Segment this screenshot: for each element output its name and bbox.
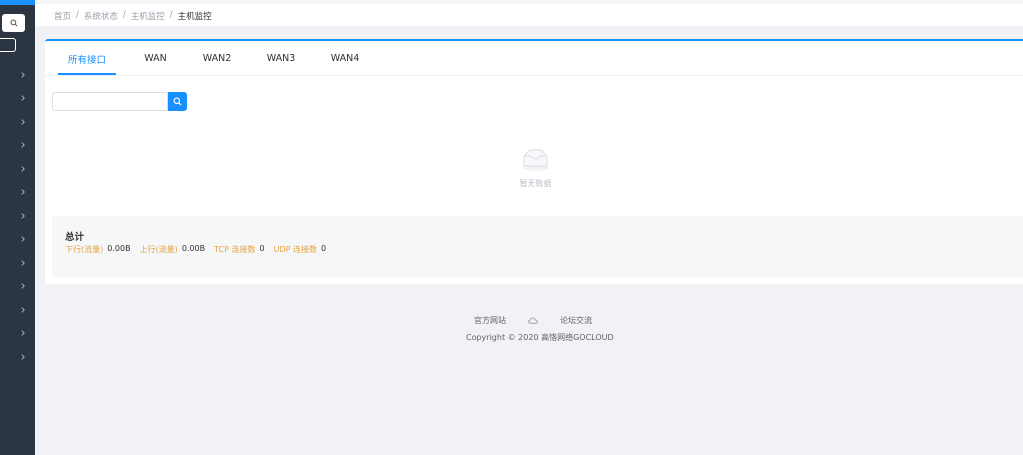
chevron-right-icon	[21, 354, 25, 360]
sidebar-menu-item[interactable]	[19, 69, 27, 81]
empty-state-text: 暂无数据	[519, 179, 552, 188]
sidebar-menu-item[interactable]	[19, 210, 27, 222]
sidebar-menu-item[interactable]	[19, 186, 27, 198]
summary-title: 总计	[65, 232, 85, 243]
sidebar-menu-item[interactable]	[19, 116, 27, 128]
chevron-right-icon	[21, 119, 25, 125]
active-tab-indicator	[58, 73, 116, 75]
tab-wan2[interactable]: WAN2	[193, 41, 241, 76]
chevron-right-icon	[21, 283, 25, 289]
upload-traffic-value: 0.00B	[181, 244, 206, 253]
summary-stats: 下行(流量) 0.00B 上行(流量) 0.00B TCP 连接数 0 UDP …	[65, 244, 335, 255]
sidebar	[0, 0, 35, 455]
footer-copyright: Copyright © 2020 高恪网络GOCLOUD	[466, 333, 614, 342]
header-bar: 首页 / 系统状态 / 主机监控 / 主机监控	[35, 0, 1023, 26]
chevron-right-icon	[21, 95, 25, 101]
chevron-right-icon	[21, 189, 25, 195]
breadcrumb: 首页 / 系统状态 / 主机监控 / 主机监控	[54, 10, 212, 22]
chevron-right-icon	[21, 72, 25, 78]
breadcrumb-separator: /	[76, 10, 79, 20]
chevron-right-icon	[21, 236, 25, 242]
sidebar-menu-item[interactable]	[19, 327, 27, 339]
chevron-right-icon	[21, 260, 25, 266]
tab-wan[interactable]: WAN	[133, 41, 178, 76]
sidebar-menu-item[interactable]	[19, 351, 27, 363]
tab-wan3[interactable]: WAN3	[257, 41, 305, 76]
footer-link-forum[interactable]: 论坛交流	[560, 315, 592, 326]
cloud-icon	[528, 317, 538, 324]
sidebar-menu-item[interactable]	[19, 304, 27, 316]
tcp-connections-label: TCP 连接数	[214, 245, 256, 254]
tab-all-interfaces[interactable]: 所有接口	[58, 41, 116, 76]
sidebar-menu-item[interactable]	[19, 233, 27, 245]
download-traffic-value: 0.00B	[107, 244, 131, 253]
tab-wan4[interactable]: WAN4	[321, 41, 369, 76]
main-card: 所有接口 WAN WAN2 WAN3 WAN4 暂无数据 总计 下行(流量) 0…	[45, 39, 1023, 284]
search-icon	[9, 19, 18, 27]
empty-box-icon	[521, 149, 550, 171]
chevron-right-icon	[21, 213, 25, 219]
sidebar-accent-bar	[0, 0, 35, 5]
breadcrumb-separator: /	[169, 10, 173, 20]
search-icon	[173, 97, 182, 106]
sidebar-active-marker	[0, 38, 16, 52]
sidebar-menu-item[interactable]	[19, 280, 27, 292]
search-button[interactable]	[168, 92, 187, 111]
footer-link-official-site[interactable]: 官方网站	[474, 315, 506, 326]
sidebar-menu-item[interactable]	[19, 92, 27, 104]
upload-traffic-label: 上行(流量)	[139, 245, 178, 254]
sidebar-menu-item[interactable]	[19, 139, 27, 151]
udp-connections-label: UDP 连接数	[273, 245, 317, 254]
breadcrumb-system-status[interactable]: 系统状态	[84, 10, 118, 22]
download-traffic-label: 下行(流量)	[65, 245, 104, 254]
breadcrumb-host-monitor[interactable]: 主机监控	[131, 10, 165, 22]
chevron-right-icon	[21, 142, 25, 148]
search-input[interactable]	[52, 92, 168, 111]
chevron-right-icon	[21, 330, 25, 336]
tcp-connections-value: 0	[259, 244, 265, 253]
summary-panel: 总计 下行(流量) 0.00B 上行(流量) 0.00B TCP 连接数 0 U…	[52, 216, 1023, 277]
breadcrumb-current: 主机监控	[177, 12, 212, 22]
interface-tabs: 所有接口 WAN WAN2 WAN3 WAN4	[45, 41, 1023, 76]
chevron-right-icon	[21, 166, 25, 172]
sidebar-menu-item[interactable]	[19, 163, 27, 175]
footer-links: 官方网站 论坛交流	[474, 315, 592, 326]
sidebar-search-button[interactable]	[2, 14, 25, 32]
sidebar-menu-item[interactable]	[19, 257, 27, 269]
breadcrumb-separator: /	[122, 10, 126, 20]
header-strip	[35, 0, 1023, 4]
udp-connections-value: 0	[320, 244, 327, 253]
chevron-right-icon	[21, 307, 25, 313]
breadcrumb-home[interactable]: 首页	[54, 10, 71, 22]
